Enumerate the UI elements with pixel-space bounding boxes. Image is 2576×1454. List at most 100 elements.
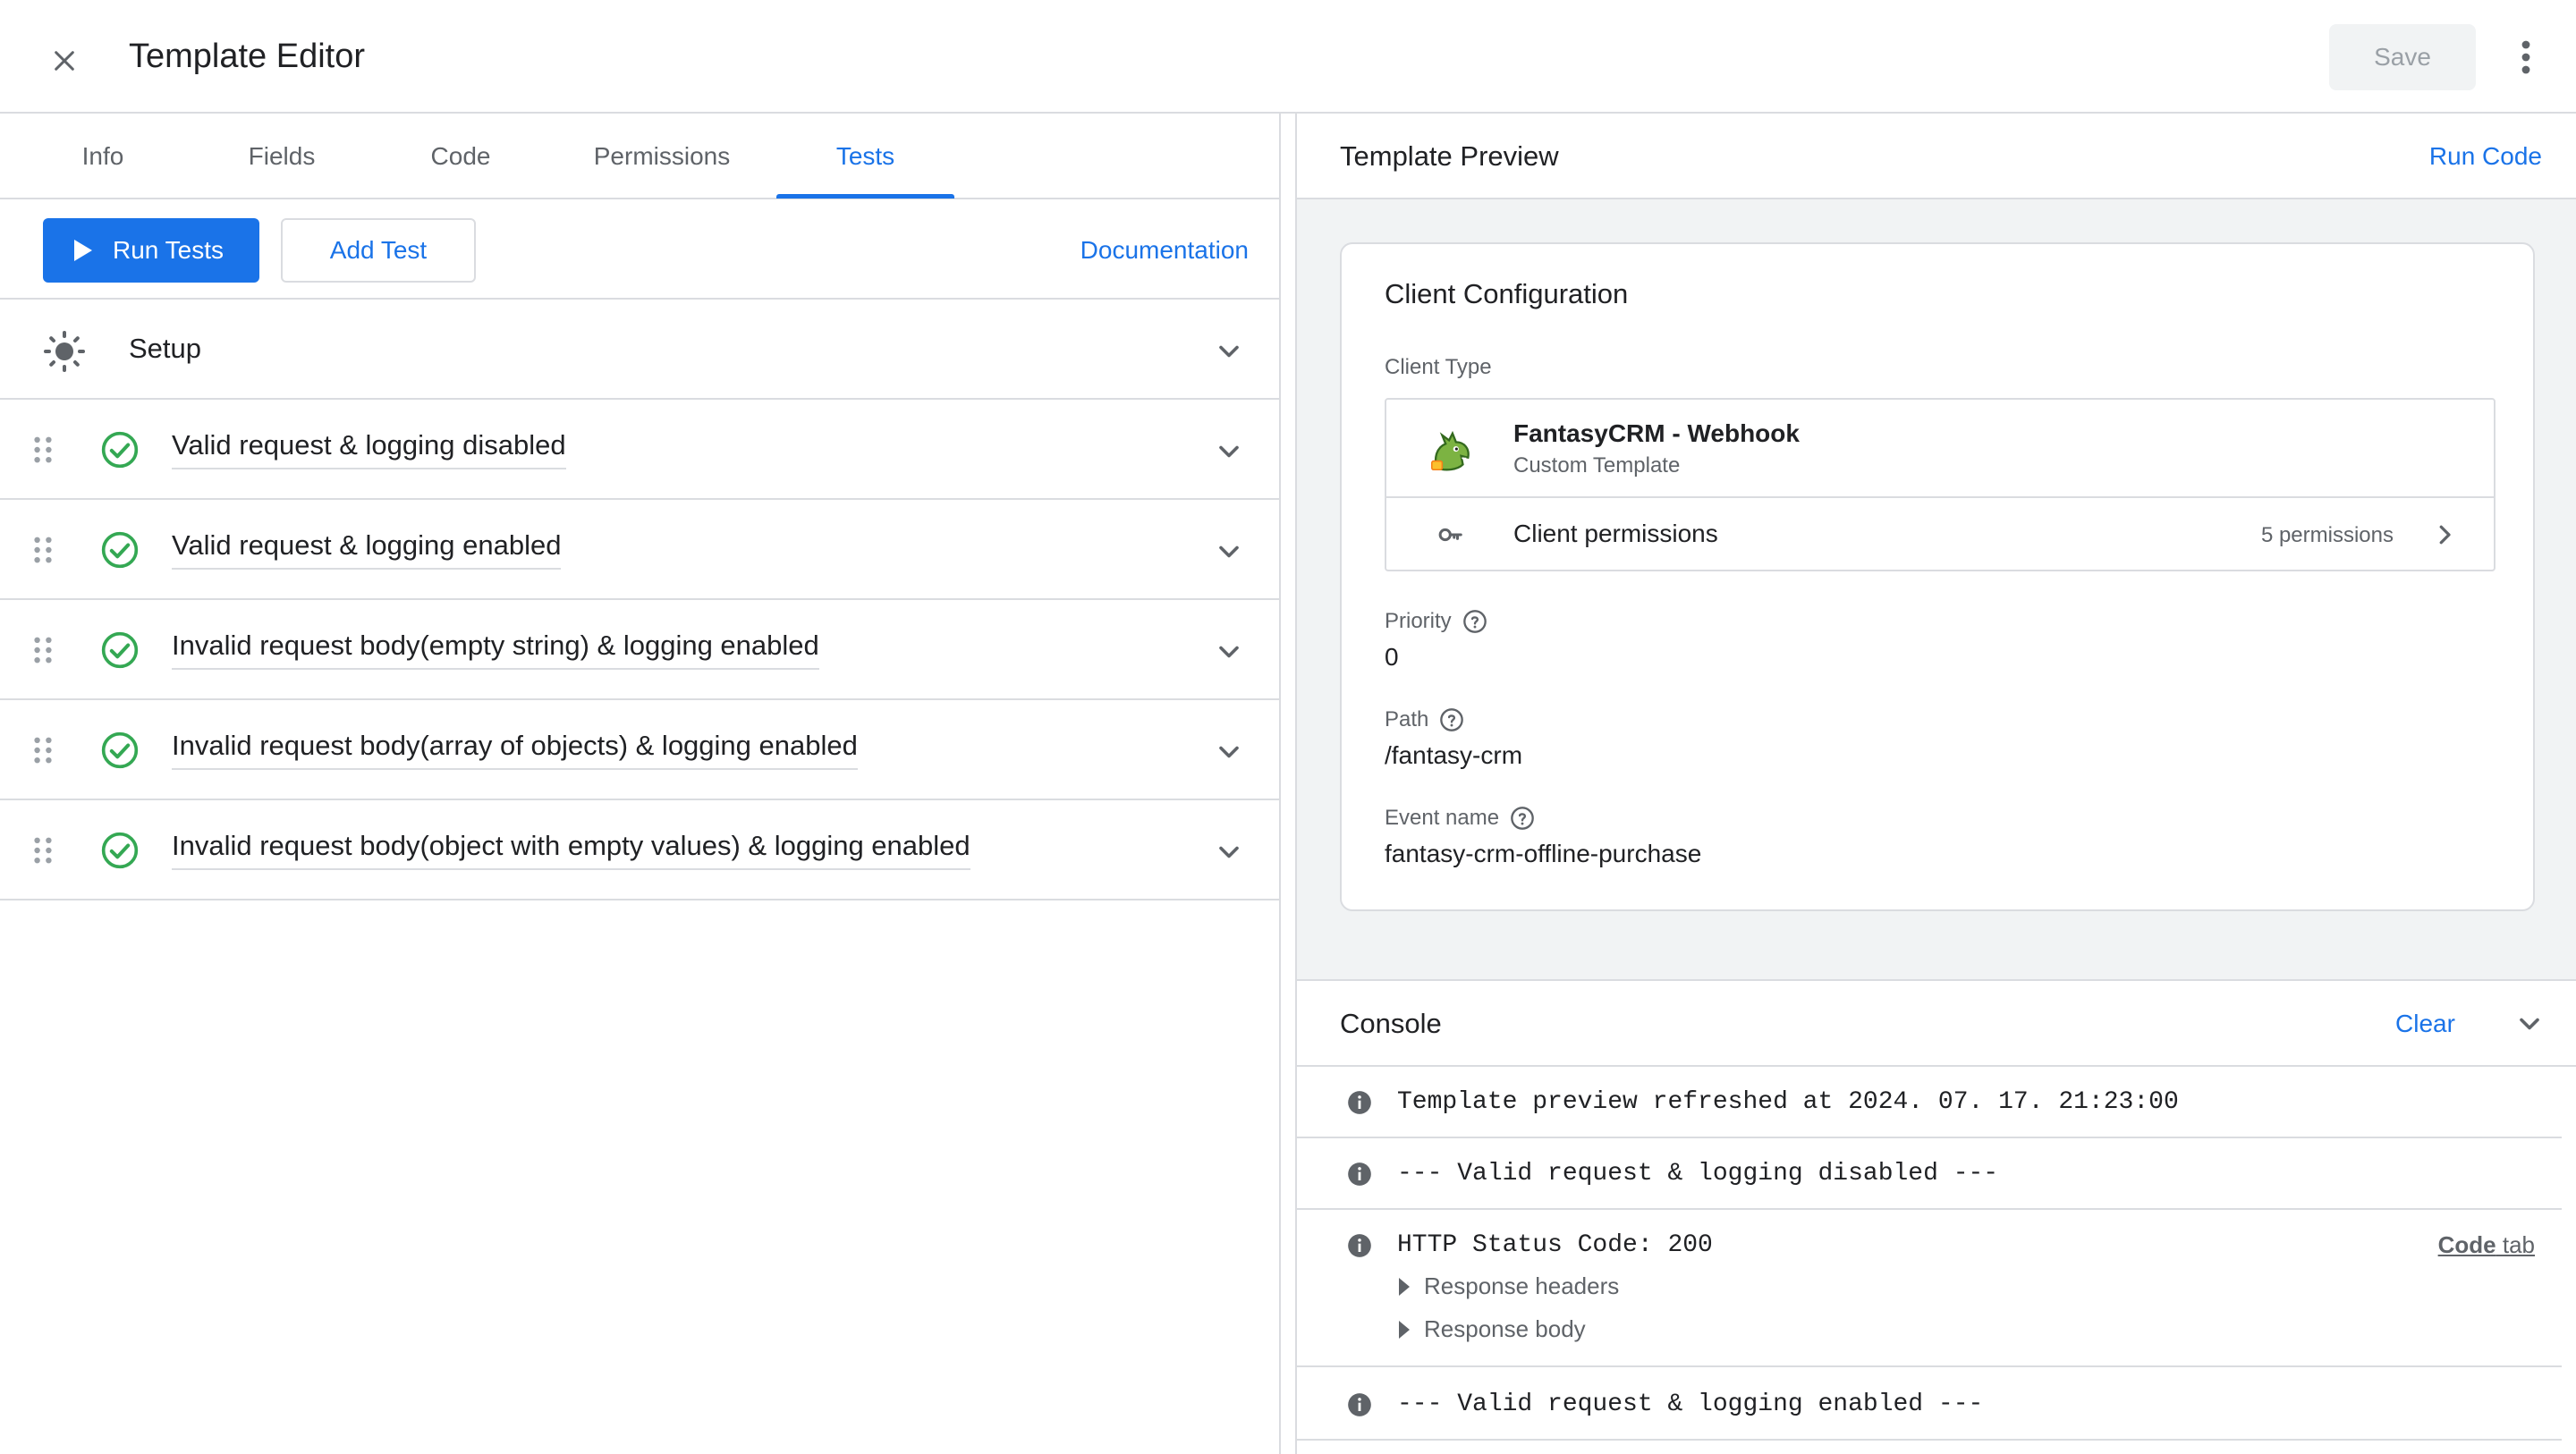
- help-icon[interactable]: [1439, 707, 1464, 732]
- tab-info[interactable]: Info: [43, 114, 163, 199]
- code-tab-link-bold: Code: [2437, 1231, 2496, 1258]
- check-circle-icon: [101, 431, 139, 469]
- run-tests-button[interactable]: Run Tests: [43, 218, 259, 283]
- test-name[interactable]: Valid request & logging disabled: [172, 428, 566, 469]
- log-message: Template preview refreshed at 2024. 07. …: [1397, 1088, 2179, 1116]
- play-icon: [74, 240, 92, 261]
- tab-tests[interactable]: Tests: [776, 114, 954, 199]
- clear-console-button[interactable]: Clear: [2395, 1010, 2455, 1038]
- tab-bar: Info Fields Code Permissions Tests: [0, 114, 1279, 199]
- check-circle-icon: [101, 531, 139, 569]
- tests-panel: Info Fields Code Permissions Tests Run T…: [0, 114, 1281, 1454]
- log-message: --- Valid request & logging enabled ---: [1397, 1391, 1984, 1418]
- path-label-text: Path: [1385, 707, 1429, 731]
- chevron-down-icon[interactable]: [1213, 335, 1245, 368]
- tab-code[interactable]: Code: [401, 114, 521, 199]
- code-tab-link[interactable]: Code tab: [2438, 1231, 2535, 1259]
- close-icon: [55, 51, 74, 71]
- close-button[interactable]: [39, 36, 89, 86]
- add-test-button[interactable]: Add Test: [281, 218, 476, 283]
- console-log-entry: --- Valid request & logging disabled ---: [1297, 1138, 2562, 1210]
- permissions-count: 5 permissions: [2260, 523, 2394, 547]
- event-name-label-text: Event name: [1385, 806, 1500, 830]
- dragon-logo-icon: [1431, 430, 1470, 471]
- test-row[interactable]: Valid request & logging enabled: [0, 500, 1279, 600]
- page-title: Template Editor: [129, 38, 366, 75]
- drag-handle-icon[interactable]: [30, 736, 55, 765]
- client-permissions-label: Client permissions: [1513, 520, 1718, 547]
- test-name[interactable]: Invalid request body(object with empty v…: [172, 829, 970, 870]
- console-title: Console: [1340, 1008, 1442, 1039]
- log-message: HTTP Status Code: 200: [1397, 1231, 1713, 1259]
- test-name[interactable]: Invalid request body(empty string) & log…: [172, 629, 819, 670]
- chevron-down-icon[interactable]: [1213, 836, 1245, 868]
- drag-handle-icon[interactable]: [30, 836, 55, 865]
- console-header: Console Clear: [1297, 981, 2576, 1067]
- key-icon: [1438, 528, 1462, 542]
- chevron-down-icon[interactable]: [1213, 536, 1245, 568]
- test-row[interactable]: Invalid request body(array of objects) &…: [0, 700, 1279, 800]
- more-options-button[interactable]: [2504, 32, 2547, 82]
- test-row[interactable]: Invalid request body(empty string) & log…: [0, 600, 1279, 700]
- chevron-down-icon[interactable]: [1213, 636, 1245, 668]
- priority-label-text: Priority: [1385, 609, 1452, 633]
- info-icon: [1348, 1234, 1371, 1257]
- path-label: Path: [1385, 707, 1464, 732]
- test-name[interactable]: Invalid request body(array of objects) &…: [172, 729, 858, 770]
- preview-header: Template Preview Run Code: [1297, 114, 2576, 199]
- path-value: /fantasy-crm: [1385, 741, 1523, 769]
- drag-handle-icon[interactable]: [30, 536, 55, 564]
- app-header: Template Editor Save: [0, 0, 2576, 114]
- tab-fields[interactable]: Fields: [222, 114, 342, 199]
- code-tab-link-rest: tab: [2496, 1231, 2535, 1258]
- client-type-box: FantasyCRM - Webhook Custom Template Cli…: [1385, 398, 2496, 571]
- setup-sun-icon: [44, 331, 85, 372]
- console-log-entry: HTTP Status Code: 200 Code tab Response …: [1297, 1210, 2562, 1367]
- console-log-entry: Template preview refreshed at 2024. 07. …: [1297, 1067, 2562, 1138]
- active-tab-indicator: [776, 194, 954, 199]
- help-icon[interactable]: [1462, 609, 1487, 634]
- priority-value: 0: [1385, 643, 1399, 671]
- response-headers-toggle[interactable]: Response headers: [1397, 1272, 1619, 1300]
- preview-panel: Template Preview Run Code Client Configu…: [1295, 114, 2576, 1454]
- info-icon: [1348, 1393, 1371, 1416]
- client-subtitle: Custom Template: [1513, 453, 1681, 478]
- log-message: --- Valid request & logging disabled ---: [1397, 1160, 1999, 1188]
- priority-label: Priority: [1385, 609, 1487, 634]
- drag-handle-icon[interactable]: [30, 636, 55, 664]
- preview-title: Template Preview: [1340, 140, 1559, 172]
- setup-label: Setup: [129, 333, 202, 364]
- more-vert-icon: [2521, 40, 2530, 74]
- check-circle-icon: [101, 631, 139, 669]
- client-type-label: Client Type: [1385, 355, 1492, 380]
- setup-row[interactable]: Setup: [0, 300, 1279, 400]
- event-name-value: fantasy-crm-offline-purchase: [1385, 840, 1702, 867]
- chevron-down-icon[interactable]: [2513, 1008, 2546, 1040]
- test-name[interactable]: Valid request & logging enabled: [172, 528, 562, 570]
- help-icon[interactable]: [1510, 806, 1535, 831]
- caret-right-icon: [1399, 1320, 1410, 1339]
- chevron-right-icon: [2439, 525, 2451, 545]
- documentation-link[interactable]: Documentation: [1080, 218, 1249, 283]
- card-title: Client Configuration: [1385, 278, 1629, 309]
- event-name-label: Event name: [1385, 806, 1535, 831]
- response-body-label: Response body: [1424, 1315, 1586, 1342]
- caret-right-icon: [1399, 1277, 1410, 1296]
- info-icon: [1348, 1091, 1371, 1114]
- run-tests-label: Run Tests: [113, 236, 224, 264]
- save-button[interactable]: Save: [2329, 24, 2476, 90]
- test-row[interactable]: Valid request & logging disabled: [0, 400, 1279, 500]
- response-body-toggle[interactable]: Response body: [1397, 1315, 1586, 1343]
- chevron-down-icon[interactable]: [1213, 736, 1245, 768]
- client-type-selector[interactable]: FantasyCRM - Webhook Custom Template: [1386, 400, 2494, 498]
- drag-handle-icon[interactable]: [30, 435, 55, 464]
- tab-permissions[interactable]: Permissions: [572, 114, 751, 199]
- chevron-down-icon[interactable]: [1213, 435, 1245, 468]
- console-log-entry: --- Valid request & logging enabled ---: [1297, 1367, 2562, 1441]
- client-name: FantasyCRM - Webhook: [1513, 419, 1800, 447]
- console-panel: Console Clear Template preview refreshed…: [1297, 979, 2576, 1454]
- client-permissions-row[interactable]: Client permissions 5 permissions: [1386, 498, 2494, 571]
- run-code-button[interactable]: Run Code: [2429, 142, 2542, 171]
- check-circle-icon: [101, 832, 139, 869]
- test-row[interactable]: Invalid request body(object with empty v…: [0, 800, 1279, 900]
